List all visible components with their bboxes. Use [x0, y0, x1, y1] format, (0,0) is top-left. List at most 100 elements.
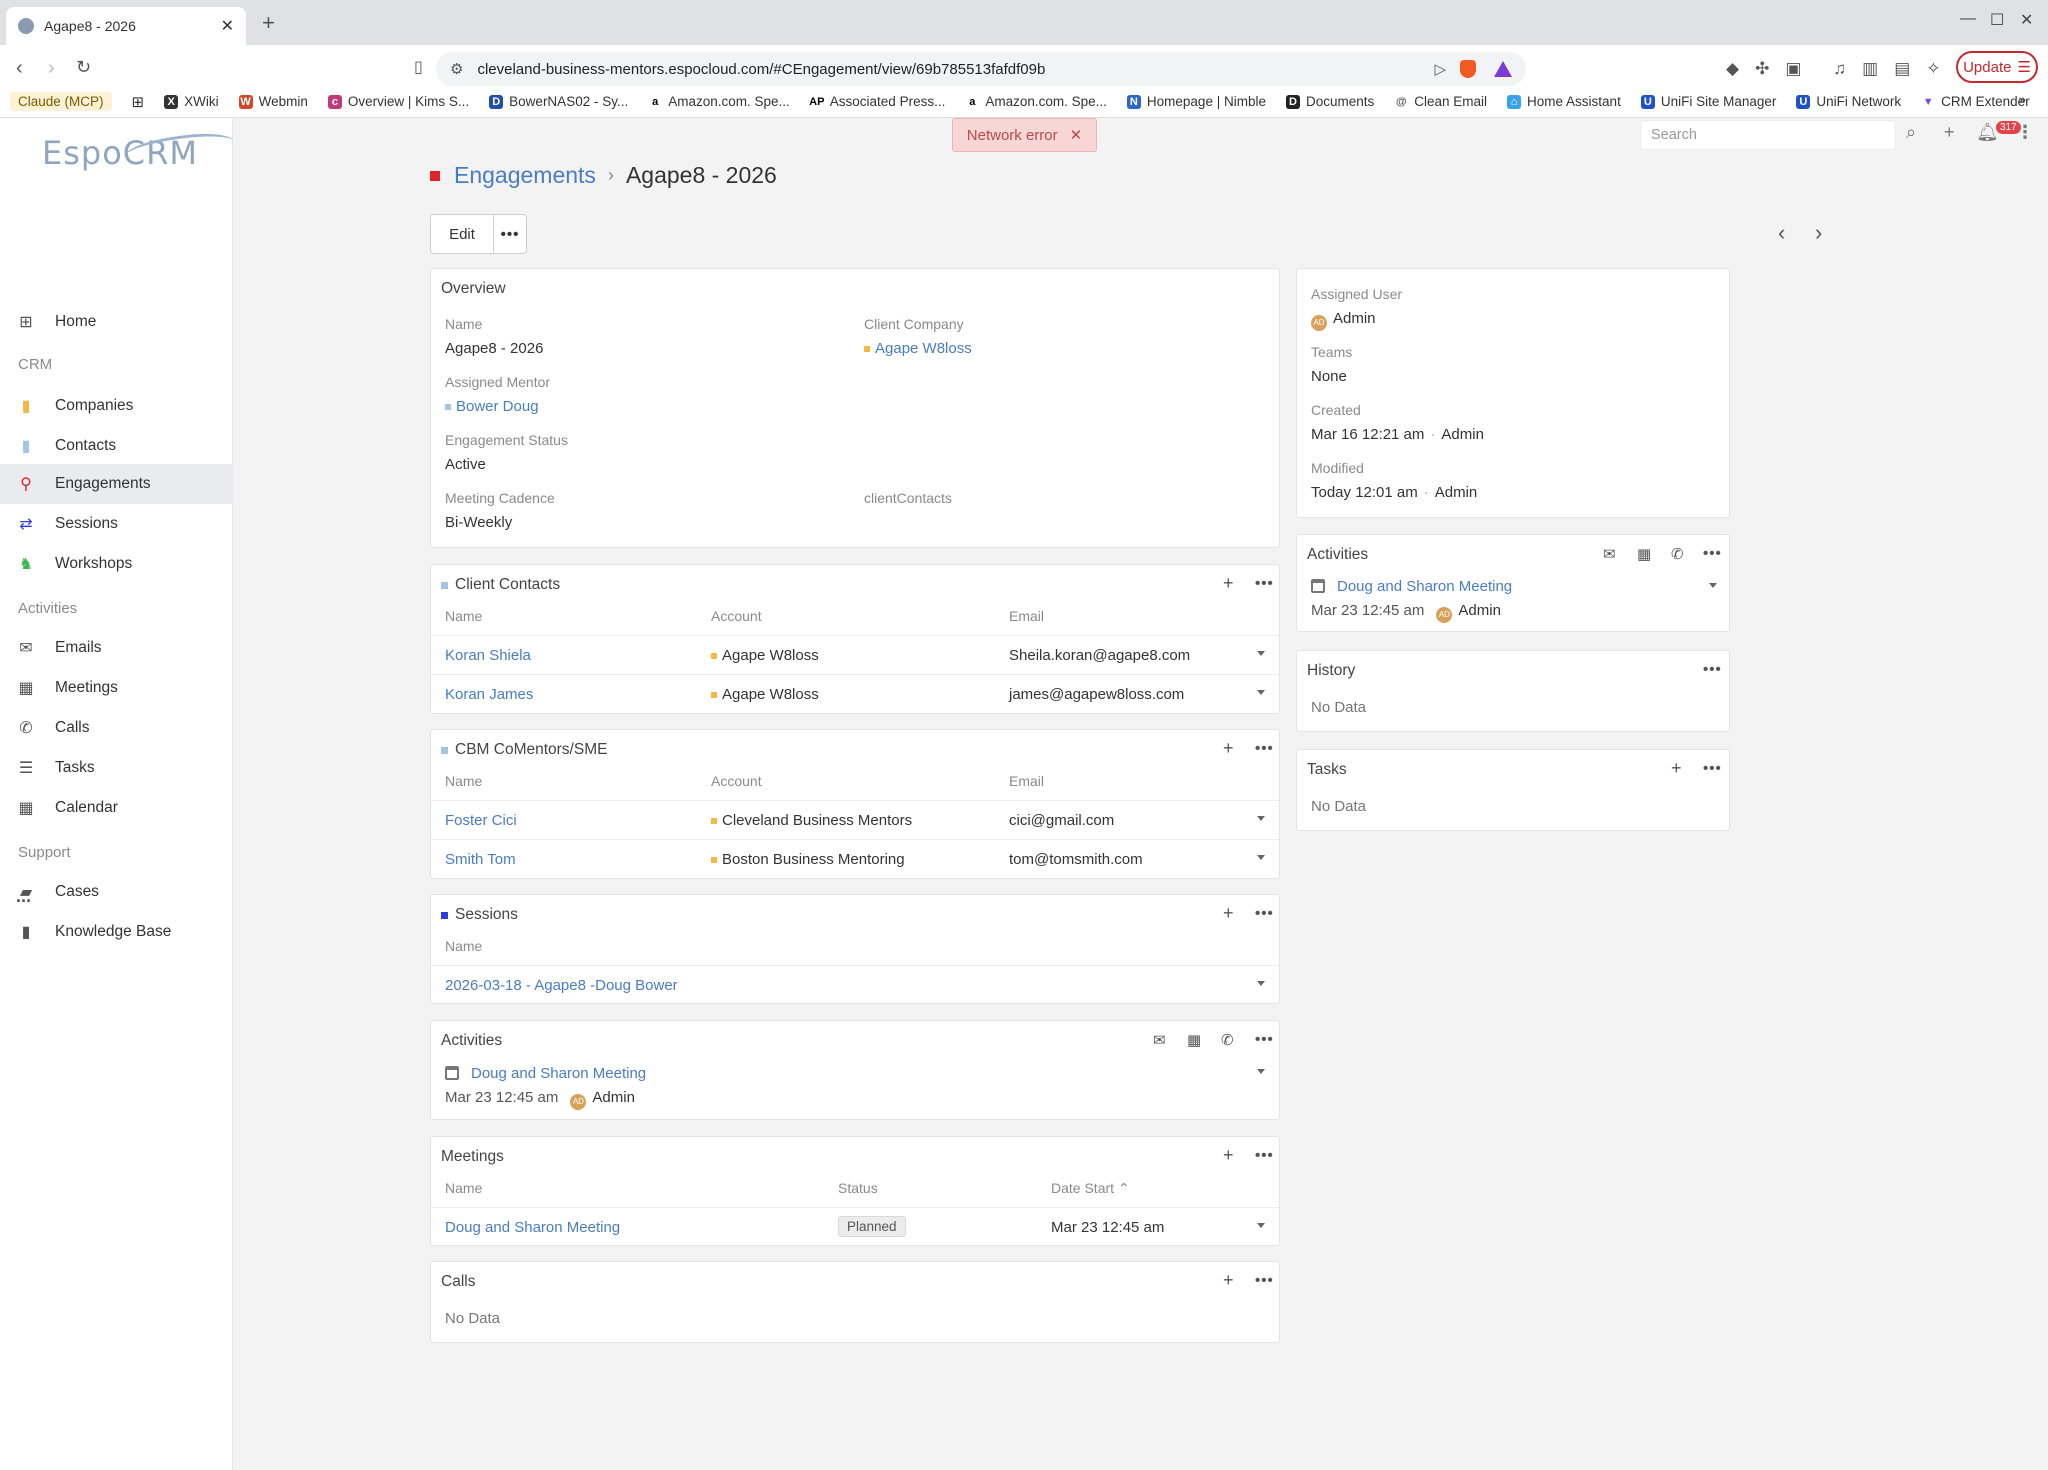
add-icon[interactable]: + — [1223, 1270, 1234, 1291]
email-value[interactable]: tom@tomsmith.com — [1009, 851, 1143, 868]
client-company-link[interactable]: Agape W8loss — [864, 340, 972, 357]
row-dropdown-icon[interactable] — [1257, 1223, 1265, 1228]
bookmark-item[interactable]: D Documents — [1285, 94, 1374, 109]
menu-kebab-icon[interactable]: ⋮ — [2016, 122, 2034, 143]
search-icon[interactable]: ⌕ — [1906, 122, 1916, 143]
column-header[interactable]: Name — [445, 773, 482, 789]
brave-shields-icon[interactable] — [1460, 60, 1476, 78]
panel-menu-icon[interactable]: ••• — [1255, 1147, 1274, 1164]
row-dropdown-icon[interactable] — [1257, 981, 1265, 986]
share-icon[interactable]: ▷ — [1434, 60, 1446, 78]
row-dropdown-icon[interactable] — [1709, 583, 1717, 588]
bookmark-item[interactable]: ▼ CRM Extender — [1921, 94, 2030, 109]
bookmark-item[interactable]: @ Clean Email — [1394, 94, 1487, 109]
sidebar-item-engagements[interactable]: ⚲ Engagements — [0, 464, 233, 504]
activity-item-link[interactable]: Doug and Sharon Meeting — [445, 1065, 646, 1082]
bookmark-item[interactable]: Claude (MCP) — [10, 92, 112, 111]
column-header-date-start[interactable]: Date Start ⌃ — [1051, 1180, 1130, 1197]
column-header[interactable]: Email — [1009, 608, 1044, 624]
puzzle-icon[interactable]: ✣ — [1755, 59, 1769, 79]
maximize-icon[interactable]: ☐ — [1990, 10, 2004, 30]
row-dropdown-icon[interactable] — [1257, 690, 1265, 695]
bookmark-item[interactable]: a Amazon.com. Spe... — [648, 94, 790, 109]
email-value[interactable]: Sheila.koran@agape8.com — [1009, 647, 1190, 664]
new-tab-icon[interactable]: + — [262, 10, 275, 36]
bookmark-item[interactable]: a Amazon.com. Spe... — [965, 94, 1107, 109]
more-bookmarks-icon[interactable]: » — [2018, 92, 2026, 107]
schedule-meeting-icon[interactable]: ▦ — [1187, 1031, 1201, 1049]
sidebar-item-calendar[interactable]: ▦ Calendar — [0, 788, 233, 828]
panel-menu-icon[interactable]: ••• — [1255, 905, 1274, 922]
compose-email-icon[interactable]: ✉ — [1153, 1031, 1166, 1049]
bookmark-icon[interactable]: ▯ — [414, 57, 423, 77]
wallet-icon[interactable]: ▤ — [1894, 59, 1910, 79]
sidebar-item-sessions[interactable]: ⇄ Sessions — [0, 504, 233, 544]
reload-icon[interactable]: ↻ — [76, 57, 91, 78]
contact-name-link[interactable]: Smith Tom — [445, 851, 516, 868]
column-header[interactable]: Name — [445, 1180, 482, 1196]
more-nav-icon[interactable]: ... — [16, 886, 31, 907]
window-close-icon[interactable]: ✕ — [2020, 10, 2033, 30]
email-value[interactable]: cici@gmail.com — [1009, 812, 1114, 829]
compose-email-icon[interactable]: ✉ — [1603, 545, 1616, 563]
column-header[interactable]: Account — [711, 773, 762, 789]
add-icon[interactable]: + — [1671, 758, 1682, 779]
bookmark-item[interactable]: U UniFi Network — [1796, 94, 1901, 109]
bookmark-item[interactable]: W Webmin — [238, 94, 308, 109]
account-link[interactable]: Agape W8loss — [711, 647, 819, 664]
bookmark-item[interactable]: X XWiki — [164, 94, 219, 109]
email-value[interactable]: james@agapew8loss.com — [1009, 686, 1184, 703]
account-link[interactable]: Agape W8loss — [711, 686, 819, 703]
column-header[interactable]: Email — [1009, 773, 1044, 789]
sidebar-item-calls[interactable]: ✆ Calls — [0, 708, 233, 748]
bookmark-item[interactable]: AP Associated Press... — [809, 94, 945, 109]
bookmark-item[interactable]: ⌂ Home Assistant — [1507, 94, 1621, 109]
column-header[interactable]: Name — [445, 938, 482, 954]
add-icon[interactable]: + — [1223, 1145, 1234, 1166]
assigned-mentor-link[interactable]: Bower Doug — [445, 398, 539, 415]
schedule-meeting-icon[interactable]: ▦ — [1637, 545, 1651, 563]
back-icon[interactable]: ‹ — [16, 57, 23, 80]
assigned-user-link[interactable]: AD Admin — [1311, 310, 1376, 331]
row-dropdown-icon[interactable] — [1257, 816, 1265, 821]
add-icon[interactable]: + — [1223, 738, 1234, 759]
media-icon[interactable]: ♫ — [1833, 59, 1846, 79]
brave-rewards-icon[interactable] — [1494, 61, 1512, 77]
contact-name-link[interactable]: Koran James — [445, 686, 533, 703]
dismiss-toast-icon[interactable]: ✕ — [1070, 126, 1083, 144]
sidebar-item-contacts[interactable]: ▮ Contacts — [0, 426, 233, 466]
forward-icon[interactable]: › — [48, 57, 55, 80]
add-icon[interactable]: + — [1223, 903, 1234, 924]
activity-item-link[interactable]: Doug and Sharon Meeting — [1311, 578, 1512, 595]
previous-record-icon[interactable]: ‹ — [1778, 220, 1785, 246]
sidebar-item-workshops[interactable]: ♞ Workshops — [0, 544, 233, 584]
panel-menu-icon[interactable]: ••• — [1703, 760, 1722, 777]
add-icon[interactable]: + — [1223, 573, 1234, 594]
edit-button[interactable]: Edit — [431, 215, 494, 253]
breadcrumb-engagements-link[interactable]: Engagements — [454, 162, 596, 189]
panel-menu-icon[interactable]: ••• — [1255, 575, 1274, 592]
sidebar-item-home[interactable]: ⊞ Home — [0, 302, 233, 342]
panel-menu-icon[interactable]: ••• — [1255, 1272, 1274, 1289]
minimize-icon[interactable]: — — [1960, 10, 1976, 28]
close-tab-icon[interactable]: ✕ — [221, 16, 234, 36]
panel-menu-icon[interactable]: ••• — [1703, 545, 1722, 562]
more-actions-button[interactable]: ••• — [494, 215, 526, 253]
log-call-icon[interactable]: ✆ — [1221, 1031, 1234, 1049]
contact-name-link[interactable]: Foster Cici — [445, 812, 517, 829]
espocrm-logo[interactable]: EspoCRM — [42, 128, 236, 172]
panel-menu-icon[interactable]: ••• — [1255, 740, 1274, 757]
update-button[interactable]: Update ☰ — [1956, 51, 2038, 83]
leo-ai-icon[interactable]: ✧ — [1926, 59, 1940, 79]
browser-tab[interactable]: Agape8 - 2026 ✕ — [6, 7, 246, 45]
account-link[interactable]: Cleveland Business Mentors — [711, 812, 912, 829]
bookmark-item[interactable]: c Overview | Kims S... — [327, 94, 469, 109]
meeting-link[interactable]: Doug and Sharon Meeting — [445, 1219, 620, 1236]
quick-create-icon[interactable]: + — [1944, 122, 1955, 143]
extension-icon[interactable]: ◆ — [1726, 59, 1739, 79]
account-link[interactable]: Boston Business Mentoring — [711, 851, 905, 868]
sidebar-item-tasks[interactable]: ☰ Tasks — [0, 748, 233, 788]
bookmark-item[interactable]: U UniFi Site Manager — [1640, 94, 1776, 109]
next-record-icon[interactable]: › — [1815, 220, 1822, 246]
screenshot-icon[interactable]: ▣ — [1785, 59, 1801, 79]
